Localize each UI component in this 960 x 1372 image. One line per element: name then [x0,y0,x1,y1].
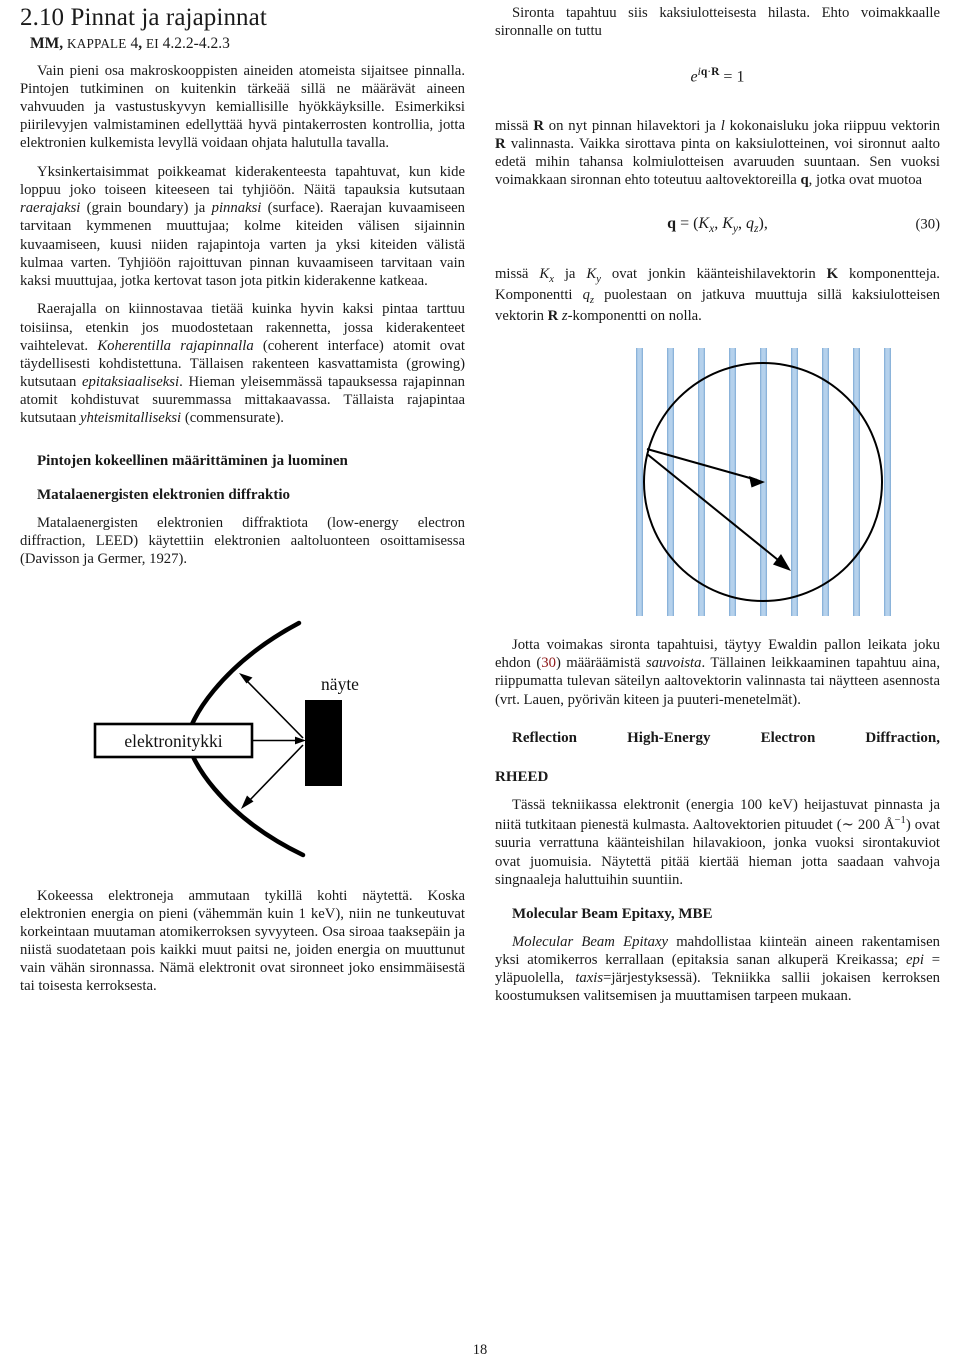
diffracted-beam-upper-line [245,678,304,739]
integer-l: l [720,117,725,134]
sample-rect [305,699,342,786]
rod-3 [698,348,705,617]
equation2-body: = (Kx, Ky, qz), [680,215,768,236]
electron-gun-label: elektronitykki [124,731,222,751]
paragraph-leed-tail: Kokeessa elektroneja ammutaan tykillä ko… [20,887,465,995]
right-column: Sironta tapahtuu siis kaksiulotteisesta … [495,4,940,1016]
term-epi: epi [905,951,924,968]
rod-8 [853,348,860,617]
term-molecular-beam-epitaxy: Molecular Beam Epitaxy [512,933,668,950]
rod-4 [729,348,736,617]
paragraph-ewald-condition: Jotta voimakas sironta tapahtuisi, täyty… [495,637,940,708]
term-raerajaksi: raerajaksi [20,200,81,217]
heading-mbe: Molecular Beam Epitaxy, MBE [512,905,713,922]
paragraph-mbe: Molecular Beam Epitaxy mahdollistaa kiin… [495,933,940,1005]
rod-1 [636,348,643,617]
heading-rheed-text: Reflection High-Energy Electron Diffract… [512,729,940,746]
equation-reference-30[interactable]: 30 [541,655,556,671]
diffracted-beam-lower-line [247,743,304,803]
paragraph-after-eq1: missä R on nyt pinnan hilavektori ja l k… [495,117,940,189]
equation1-exponent: iq·R [697,66,720,79]
heading-rheed-line2: RHEED [495,768,549,785]
leed-setup-svg: elektronitykki näyte [93,620,359,857]
term-sauvoista: sauvoista [645,655,702,672]
source-book-code: MM [30,35,60,52]
paragraph-rheed: Tässä tekniikassa elektronit (energia 10… [495,797,940,888]
ewald-sphere-svg [636,348,891,617]
equation-30-wavevector: q = (Kx, Ky, qz), (30) [495,215,940,235]
page-title: 2.10 Pinnat ja rajapinnat [20,4,267,31]
source-comma2: , [138,35,146,52]
figure-ewald-sphere [495,336,940,636]
heading-leed: Matalaenergisten elektronien diffraktio [37,487,291,504]
rod-6 [791,348,798,617]
sample-label: näyte [321,674,359,694]
document-page: 2.10 Pinnat ja rajapinnat MM, kappale 4,… [0,0,960,1372]
source-comma: , [59,35,68,52]
incident-beam-arrowhead [295,736,306,744]
paragraph-scattering-2d: Sironta tapahtuu siis kaksiulotteisesta … [495,5,940,40]
vector-R-3: R [547,308,559,325]
source-reference-line: MM, kappale 4, ei 4.2.2-4.2.3 [30,35,465,54]
term-yhteismitalliseksi: yhteismitalliseksi [79,410,182,427]
two-column-layout: 2.10 Pinnat ja rajapinnat MM, kappale 4,… [0,0,960,1016]
paragraph-leed-intro: Matalaenergisten elektronien diffraktiot… [20,515,465,568]
equation1-base: e [690,68,698,86]
rod-9 [884,348,891,617]
page-number: 18 [472,1342,488,1358]
source-chapter-word: kappale [67,36,127,51]
vector-K: K [826,266,839,283]
paragraph-after-eq2: missä Kx ja Ky ovat jonkin käänteishilav… [495,266,940,325]
equation1-rhs: = 1 [723,68,745,86]
source-exclude-word: ei [145,36,159,51]
equation-plane-wave-condition: eiq·R = 1 [495,66,940,86]
term-pinnaksi: pinnaksi [211,200,262,217]
heading-experimental-determination: Pintojen kokeellinen määrittäminen ja lu… [37,452,348,469]
rod-2 [667,348,674,617]
equation2-number: (30) [915,216,940,233]
figure-leed-setup: elektronitykki näyte [20,587,465,887]
heading-rheed: Reflection High-Energy Electron Diffract… [495,729,940,768]
term-epitaksiaaliseksi: epitaksiaaliseksi [82,374,180,391]
vector-R-2: R [495,135,506,152]
term-koherentilla-rajapinnalla: Koherentilla rajapinnalla [97,337,254,354]
source-excluded-sections: 4.2.2-4.2.3 [162,35,230,52]
equation2-lhs: q [667,215,677,233]
rod-7 [822,348,829,617]
left-column: 2.10 Pinnat ja rajapinnat MM, kappale 4,… [20,4,465,1016]
vector-R-1: R [533,117,544,134]
diffracted-beam-upper-arrowhead [239,672,253,684]
paragraph-surfaces-intro: Vain pieni osa makroskooppisten aineiden… [20,62,465,152]
paragraph-grain-boundary: Yksinkertaisimmat poikkeamat kiderakente… [20,163,465,289]
paragraph-coherent-interface: Raerajalla on kiinnostavaa tietää kuinka… [20,301,465,427]
term-taxis: taxis [575,969,604,986]
vector-q: q [800,172,809,189]
scattered-wavevector-arrowhead [773,554,791,572]
